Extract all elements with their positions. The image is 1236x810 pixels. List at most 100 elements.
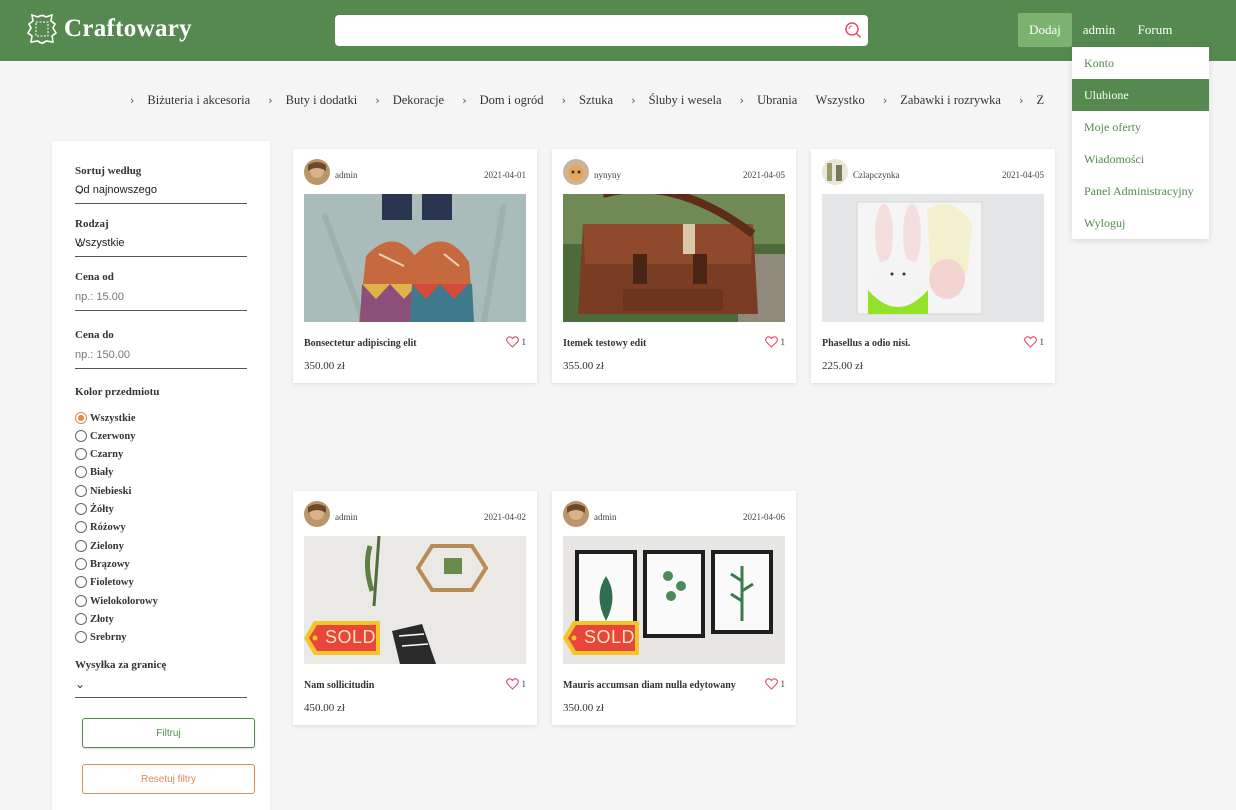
product-title[interactable]: Mauris accumsan diam nulla edytowany [563,680,736,691]
color-option[interactable]: Wszystkie [75,411,136,425]
author-name[interactable]: Czlapczynka [853,170,899,180]
product-image[interactable] [822,194,1044,322]
product-card[interactable]: admin 2021-04-02 SOLD Nam sollicitudin 1… [293,491,537,725]
color-option-label: Srebrny [90,631,127,643]
like-button[interactable]: 1 [505,336,526,348]
chevron-down-icon: ⌄ [75,677,86,691]
color-option[interactable]: Biały [75,465,113,479]
chevron-down-icon: ⌄ [75,236,86,250]
radio[interactable] [75,503,87,515]
color-option[interactable]: Srebrny [75,630,127,644]
avatar[interactable] [304,159,330,185]
heart-icon[interactable] [764,336,778,348]
like-button[interactable]: 1 [764,678,785,690]
price-from-label: Cena od [75,271,114,283]
heart-icon[interactable] [1023,336,1037,348]
product-card[interactable]: admin 2021-04-06 SOLD Mauris accumsan di… [552,491,796,725]
radio[interactable] [75,521,87,533]
product-card[interactable]: Czlapczynka 2021-04-05 Phasellus a odio … [811,149,1055,383]
radio[interactable] [75,430,87,442]
like-count: 1 [521,679,527,689]
add-offer-button[interactable]: Dodaj [1018,13,1072,47]
color-option[interactable]: Brązowy [75,557,130,571]
category-link[interactable]: › Biżuteria i akcesoria [130,93,250,108]
radio[interactable] [75,485,87,497]
menu-item-account[interactable]: Konto [1072,47,1209,79]
radio[interactable] [75,613,87,625]
color-option[interactable]: Niebieski [75,484,131,498]
category-link[interactable]: › Z [1019,93,1044,108]
product-title[interactable]: Phasellus a odio nisi. [822,338,910,349]
category-link[interactable]: Wszystko [815,93,864,108]
logo[interactable]: Craftowary [26,12,192,46]
product-title[interactable]: Nam sollicitudin [304,680,374,691]
heart-icon[interactable] [505,678,519,690]
product-card[interactable]: admin 2021-04-01 Bonsectetur adipiscing … [293,149,537,383]
category-link[interactable]: › Zabawki i rozrywka [883,93,1001,108]
avatar[interactable] [563,159,589,185]
product-image[interactable] [563,194,785,322]
radio[interactable] [75,631,87,643]
category-label: Dom i ogród [479,93,544,107]
like-button[interactable]: 1 [764,336,785,348]
radio[interactable] [75,576,87,588]
product-card[interactable]: nynyny 2021-04-05 Itemek testowy edit 1 … [552,149,796,383]
menu-item-admin-panel[interactable]: Panel Administracyjny [1072,175,1209,207]
color-option[interactable]: Różowy [75,520,126,534]
category-link[interactable]: › Sztuka [562,93,613,108]
color-option[interactable]: Zielony [75,539,124,553]
category-link[interactable]: › Ubrania [740,93,798,108]
sort-select[interactable]: Od najnowszego ⌄ [75,182,247,204]
filter-button[interactable]: Filtruj [82,718,255,748]
avatar[interactable] [822,159,848,185]
color-option[interactable]: Złoty [75,612,114,626]
radio[interactable] [75,540,87,552]
search-icon[interactable] [844,21,862,39]
menu-item-favorites[interactable]: Ulubione [1072,79,1209,111]
color-option[interactable]: Wielokolorowy [75,594,158,608]
author-name[interactable]: admin [335,170,358,180]
shipping-label: Wysyłka za granicę [75,659,167,671]
search-input[interactable] [335,15,868,46]
color-option-label: Niebieski [90,485,132,497]
reset-filters-button[interactable]: Resetuj filtry [82,764,255,794]
author-name[interactable]: nynyny [594,170,621,180]
author-name[interactable]: admin [594,512,617,522]
radio-selected[interactable] [75,412,87,424]
like-button[interactable]: 1 [505,678,527,690]
radio[interactable] [75,595,87,607]
category-link[interactable]: › Dom i ogród [462,93,543,108]
shipping-select[interactable]: ⌄ [75,676,247,698]
radio[interactable] [75,448,87,460]
avatar[interactable] [304,501,330,527]
color-option[interactable]: Czerwony [75,429,136,443]
type-select[interactable]: Wszystkie ⌄ [75,235,247,257]
category-link[interactable]: › Dekoracje [375,93,444,108]
radio[interactable] [75,558,87,570]
heart-icon[interactable] [505,336,519,348]
product-title[interactable]: Itemek testowy edit [563,338,646,349]
category-link[interactable]: › Śluby i wesela [631,93,721,108]
sort-label: Sortuj według [75,165,142,177]
price-to-input[interactable]: np.: 150.00 [75,347,247,369]
category-link[interactable]: › Buty i dodatki [268,93,357,108]
menu-item-my-offers[interactable]: Moje oferty [1072,111,1209,143]
product-title[interactable]: Bonsectetur adipiscing elit [304,338,417,349]
sold-badge-label: SOLD [325,627,377,647]
chevron-down-icon: ⌄ [75,183,86,197]
color-option[interactable]: Żółty [75,502,114,516]
menu-item-messages[interactable]: Wiadomości [1072,143,1209,175]
radio[interactable] [75,466,87,478]
avatar[interactable] [563,501,589,527]
price-from-input[interactable]: np.: 15.00 [75,289,247,311]
author-name[interactable]: admin [335,512,358,522]
heart-icon[interactable] [764,678,778,690]
user-menu-button[interactable]: admin [1076,13,1122,47]
color-option[interactable]: Czarny [75,447,123,461]
color-option[interactable]: Fioletowy [75,575,134,589]
like-button[interactable]: 1 [1023,336,1045,348]
forum-link[interactable]: Forum [1130,13,1180,47]
menu-item-logout[interactable]: Wyloguj [1072,207,1209,239]
like-count: 1 [1039,337,1045,347]
product-image[interactable] [304,194,526,322]
